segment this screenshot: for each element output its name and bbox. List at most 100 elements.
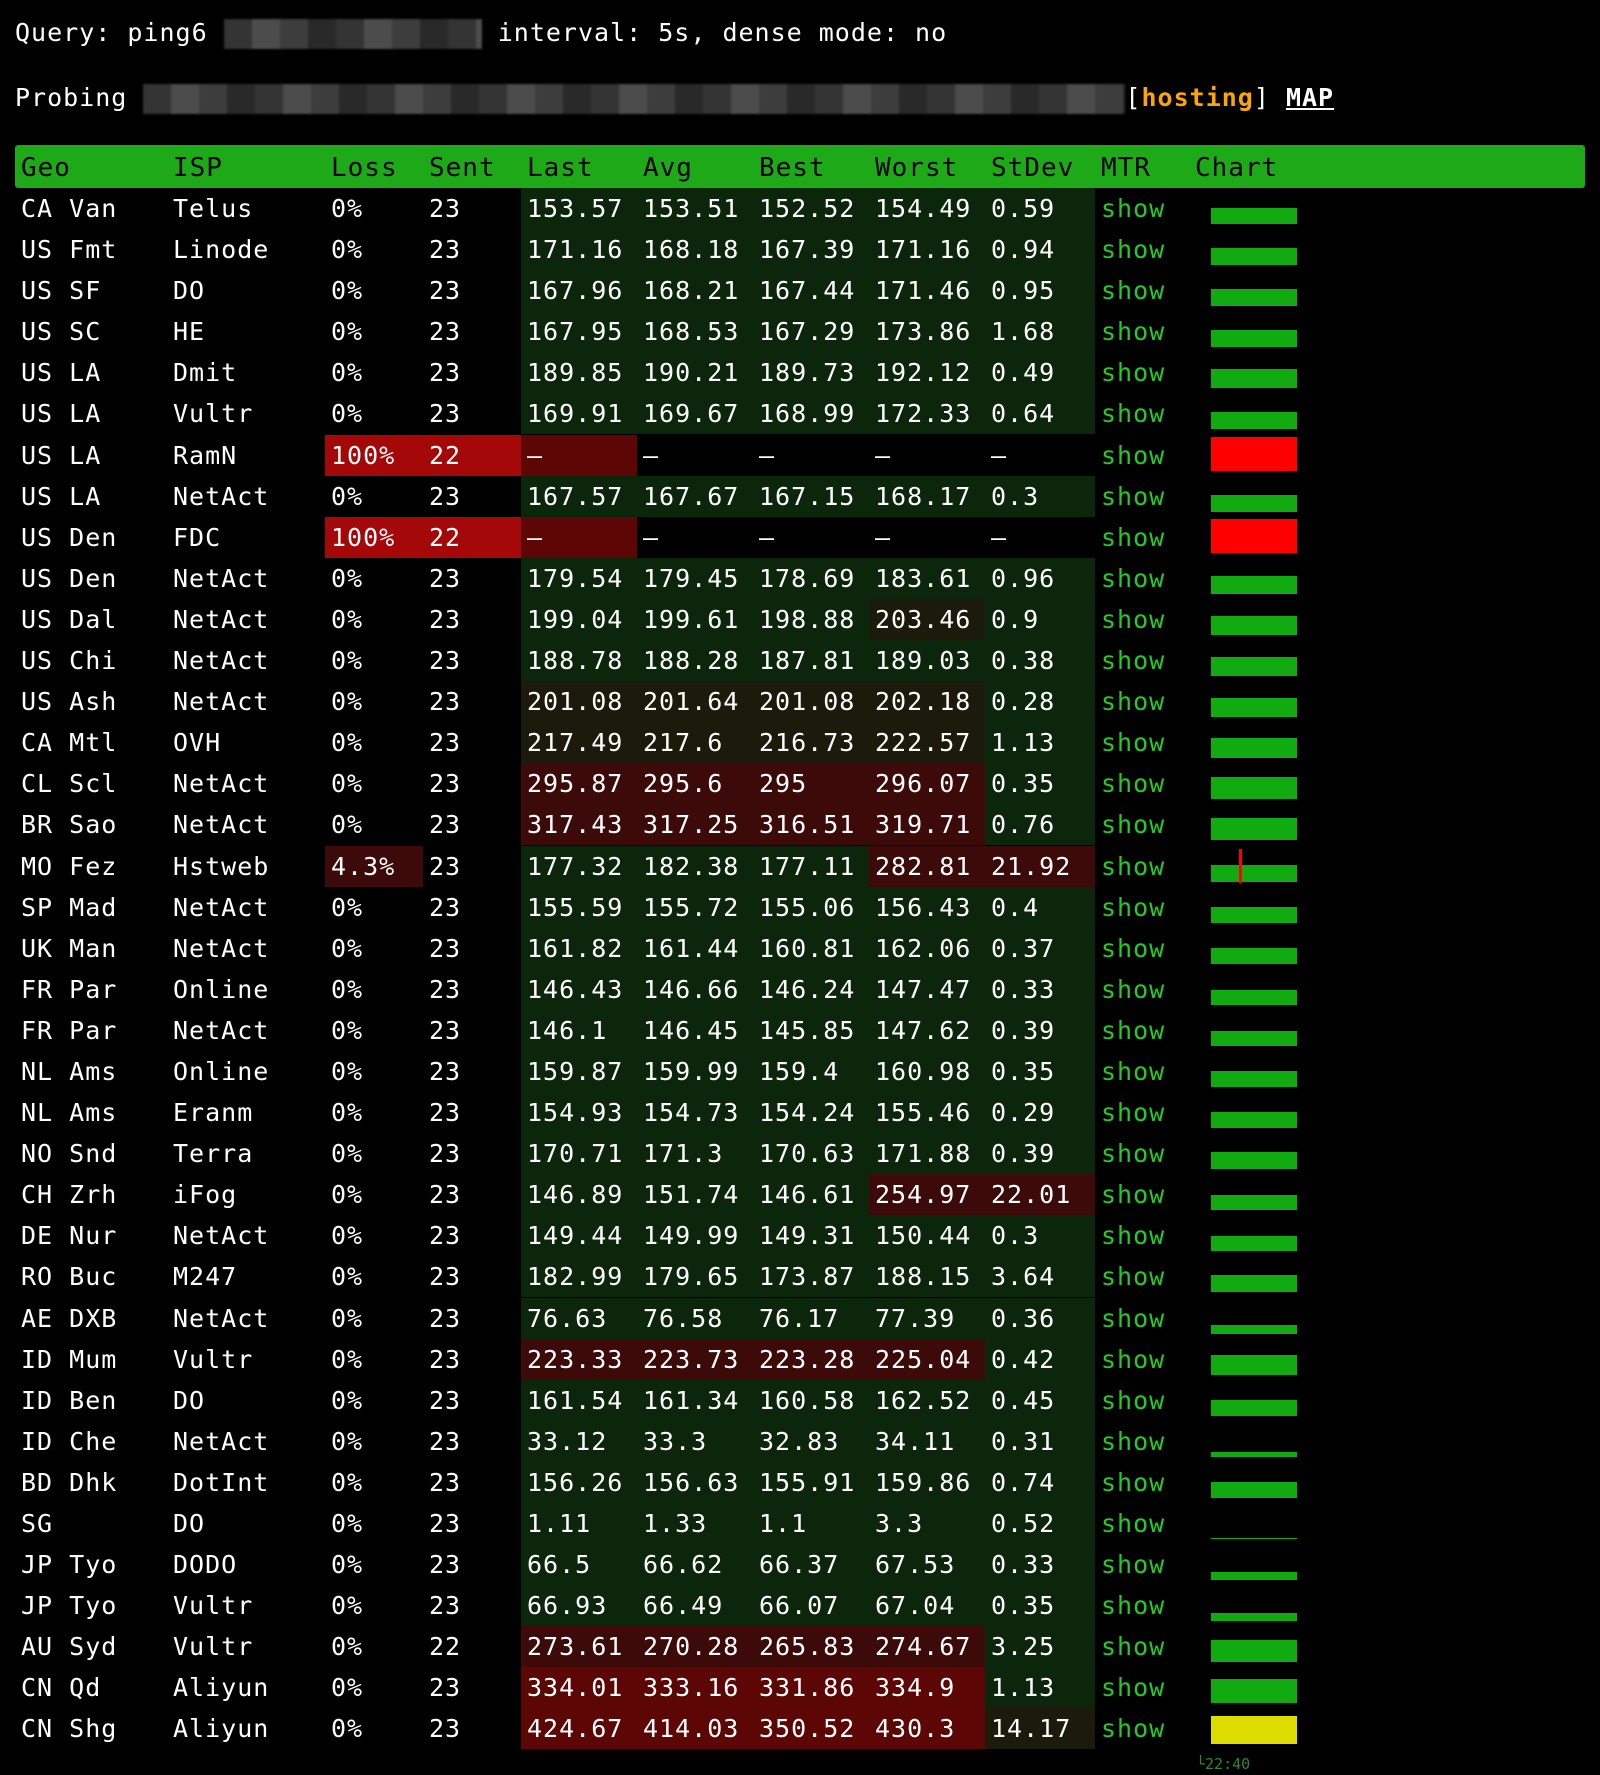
col-isp[interactable]: ISP — [173, 153, 223, 183]
mtr-show-link[interactable]: show — [1095, 722, 1189, 763]
table-row: US Dal NetAct 0% 23 199.04 199.61 198.88 203.46… — [15, 598, 1585, 640]
last-cell: 33.12 — [521, 1420, 637, 1462]
geo-cell: US Dal — [21, 604, 118, 634]
mtr-show-link[interactable]: show — [1095, 1256, 1189, 1297]
mtr-show-link[interactable]: show — [1095, 887, 1189, 928]
mtr-show-link[interactable]: show — [1095, 681, 1189, 722]
col-mtr[interactable]: MTR — [1101, 153, 1151, 183]
mtr-show-link[interactable]: show — [1095, 1667, 1189, 1708]
loss-cell: 0% — [331, 769, 364, 799]
col-best[interactable]: Best — [759, 153, 826, 183]
last-cell: 161.82 — [521, 927, 637, 969]
sparkline-bar — [1211, 1195, 1297, 1211]
mtr-show-link[interactable]: show — [1095, 1462, 1189, 1503]
col-loss[interactable]: Loss — [331, 153, 398, 183]
table-row: CN Shg Aliyun 0% 23 424.67 414.03 350.52 430.3 1… — [15, 1708, 1585, 1750]
col-stdev[interactable]: StDev — [991, 153, 1074, 183]
table-row: SP Mad NetAct 0% 23 155.59 155.72 155.06 156.43… — [15, 886, 1585, 928]
geo-cell: ID Che — [21, 1426, 118, 1456]
sparkline-bar — [1211, 1324, 1297, 1334]
mtr-show-link[interactable]: show — [1095, 229, 1189, 270]
stdev-cell: 0.39 — [985, 1009, 1095, 1051]
mtr-show-link[interactable]: show — [1095, 1010, 1189, 1051]
worst-cell: 171.16 — [869, 229, 985, 271]
mtr-show-link[interactable]: show — [1095, 640, 1189, 681]
worst-cell: 172.33 — [869, 393, 985, 435]
sparkline-chart — [1189, 1092, 1569, 1133]
mtr-show-link[interactable]: show — [1095, 476, 1189, 517]
mtr-show-link[interactable]: show — [1095, 1215, 1189, 1256]
sparkline-chart — [1189, 846, 1569, 887]
col-sent[interactable]: Sent — [429, 153, 496, 183]
best-cell: 201.08 — [753, 681, 869, 723]
col-worst[interactable]: Worst — [875, 153, 958, 183]
mtr-show-link[interactable]: show — [1095, 969, 1189, 1010]
mtr-show-link[interactable]: show — [1095, 599, 1189, 640]
geo-cell: RO Buc — [21, 1262, 118, 1292]
stdev-cell: 0.39 — [985, 1133, 1095, 1175]
mtr-show-link[interactable]: show — [1095, 311, 1189, 352]
loss-cell: 0% — [331, 235, 364, 265]
best-cell: 159.4 — [753, 1050, 869, 1092]
best-cell: 76.17 — [753, 1297, 869, 1339]
worst-cell: 160.98 — [869, 1050, 985, 1092]
sparkline-chart — [1189, 1421, 1569, 1462]
mtr-show-link[interactable]: show — [1095, 1626, 1189, 1667]
mtr-show-link[interactable]: show — [1095, 1298, 1189, 1339]
worst-cell: 3.3 — [869, 1503, 985, 1544]
mtr-show-link[interactable]: show — [1095, 188, 1189, 229]
sparkline-chart — [1189, 763, 1569, 804]
mtr-show-link[interactable]: show — [1095, 352, 1189, 393]
mtr-show-link[interactable]: show — [1095, 763, 1189, 804]
mtr-show-link[interactable]: show — [1095, 1174, 1189, 1215]
col-avg[interactable]: Avg — [643, 153, 693, 183]
col-chart[interactable]: Chart — [1195, 153, 1278, 183]
best-cell: 216.73 — [753, 722, 869, 764]
avg-cell: 159.99 — [637, 1050, 753, 1092]
sparkline-chart — [1189, 1708, 1569, 1749]
mtr-show-link[interactable]: show — [1095, 558, 1189, 599]
mtr-show-link[interactable]: show — [1095, 393, 1189, 434]
mtr-show-link[interactable]: show — [1095, 1380, 1189, 1421]
last-cell: 167.57 — [521, 475, 637, 517]
best-cell: 155.06 — [753, 886, 869, 928]
last-cell: 179.54 — [521, 557, 637, 599]
last-cell: 201.08 — [521, 681, 637, 723]
map-link[interactable]: MAP — [1286, 83, 1334, 112]
last-cell: 317.43 — [521, 804, 637, 846]
best-cell: 146.24 — [753, 968, 869, 1010]
mtr-show-link[interactable]: show — [1095, 1708, 1189, 1749]
mtr-show-link[interactable]: show — [1095, 435, 1189, 476]
worst-cell: 202.18 — [869, 681, 985, 723]
sent-cell: 23 — [429, 1591, 462, 1621]
sent-cell: 23 — [429, 1426, 462, 1456]
best-cell: 152.52 — [753, 188, 869, 229]
mtr-show-link[interactable]: show — [1095, 846, 1189, 887]
isp-cell: Vultr — [173, 1632, 254, 1662]
sparkline-chart — [1189, 1503, 1569, 1544]
results-table: Geo ISP Loss Sent Last Avg Best Worst St… — [15, 145, 1585, 1750]
mtr-show-link[interactable]: show — [1095, 1421, 1189, 1462]
mtr-show-link[interactable]: show — [1095, 1339, 1189, 1380]
sent-cell: 23 — [429, 1221, 462, 1251]
mtr-show-link[interactable]: show — [1095, 1092, 1189, 1133]
sparkline-bar — [1211, 248, 1297, 266]
geo-cell: US Fmt — [21, 235, 118, 265]
col-geo[interactable]: Geo — [21, 153, 71, 183]
mtr-show-link[interactable]: show — [1095, 517, 1189, 558]
mtr-show-link[interactable]: show — [1095, 1051, 1189, 1092]
mtr-show-link[interactable]: show — [1095, 270, 1189, 311]
stdev-cell: 0.38 — [985, 640, 1095, 682]
loss-cell: 0% — [331, 276, 364, 306]
mtr-show-link[interactable]: show — [1095, 1544, 1189, 1585]
mtr-show-link[interactable]: show — [1095, 1133, 1189, 1174]
avg-cell: 270.28 — [637, 1626, 753, 1668]
mtr-show-link[interactable]: show — [1095, 928, 1189, 969]
mtr-show-link[interactable]: show — [1095, 1503, 1189, 1544]
col-last[interactable]: Last — [527, 153, 594, 183]
sparkline-bar — [1211, 1152, 1297, 1170]
geo-cell: CN Shg — [21, 1714, 118, 1744]
mtr-show-link[interactable]: show — [1095, 804, 1189, 845]
table-row: JP Tyo DODO 0% 23 66.5 66.62 66.37 67.53 0.33 sho… — [15, 1544, 1585, 1586]
mtr-show-link[interactable]: show — [1095, 1585, 1189, 1626]
